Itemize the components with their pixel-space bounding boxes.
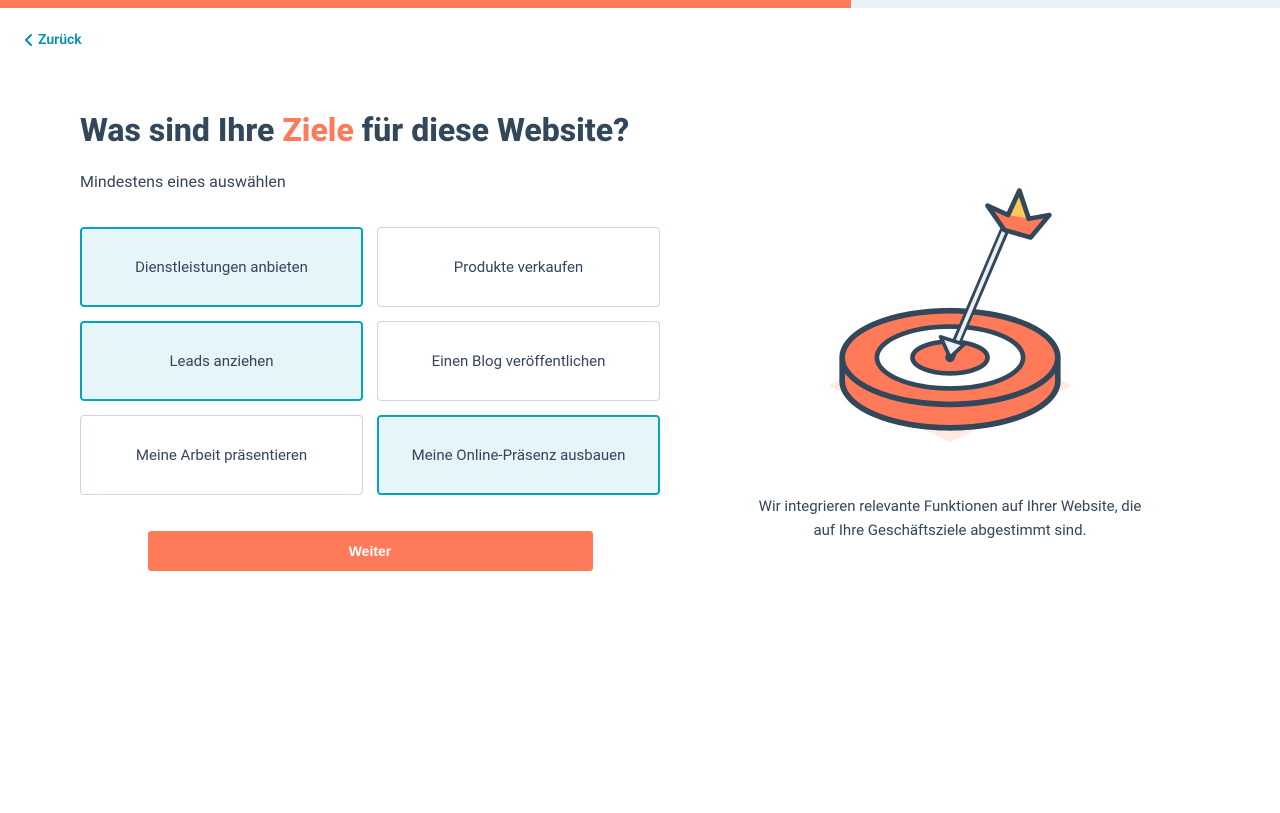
heading-prefix: Was sind Ihre [80,111,282,149]
option-card-products[interactable]: Produkte verkaufen [377,227,660,307]
option-label: Dienstleistungen anbieten [135,258,308,276]
option-card-online-presence[interactable]: Meine Online-Präsenz ausbauen [377,415,660,495]
option-label: Meine Online-Präsenz ausbauen [412,446,626,464]
description-text: Wir integrieren relevante Funktionen auf… [750,494,1150,542]
continue-button[interactable]: Weiter [148,531,593,571]
chevron-left-icon [24,34,32,46]
option-card-leads[interactable]: Leads anziehen [80,321,363,401]
subtitle: Mindestens eines auswählen [80,172,660,191]
back-button[interactable]: Zurück [0,8,82,48]
continue-label: Weiter [349,543,392,559]
right-column: Wir integrieren relevante Funktionen auf… [700,110,1200,571]
option-card-services[interactable]: Dienstleistungen anbieten [80,227,363,307]
option-label: Produkte verkaufen [454,258,583,276]
option-label: Meine Arbeit präsentieren [136,446,307,464]
left-column: Was sind Ihre Ziele für diese Website? M… [80,110,660,571]
options-grid: Dienstleistungen anbieten Produkte verka… [80,227,660,495]
back-label: Zurück [38,32,82,48]
option-label: Einen Blog veröffentlichen [432,352,606,370]
option-card-blog[interactable]: Einen Blog veröffentlichen [377,321,660,401]
heading-highlight: Ziele [282,111,353,149]
page-title: Was sind Ihre Ziele für diese Website? [80,110,660,152]
option-label: Leads anziehen [169,352,273,370]
option-card-work[interactable]: Meine Arbeit präsentieren [80,415,363,495]
target-illustration [800,170,1100,470]
heading-suffix: für diese Website? [354,111,629,149]
main-container: Was sind Ihre Ziele für diese Website? M… [0,110,1280,571]
progress-bar [0,0,1280,8]
progress-fill [0,0,851,8]
